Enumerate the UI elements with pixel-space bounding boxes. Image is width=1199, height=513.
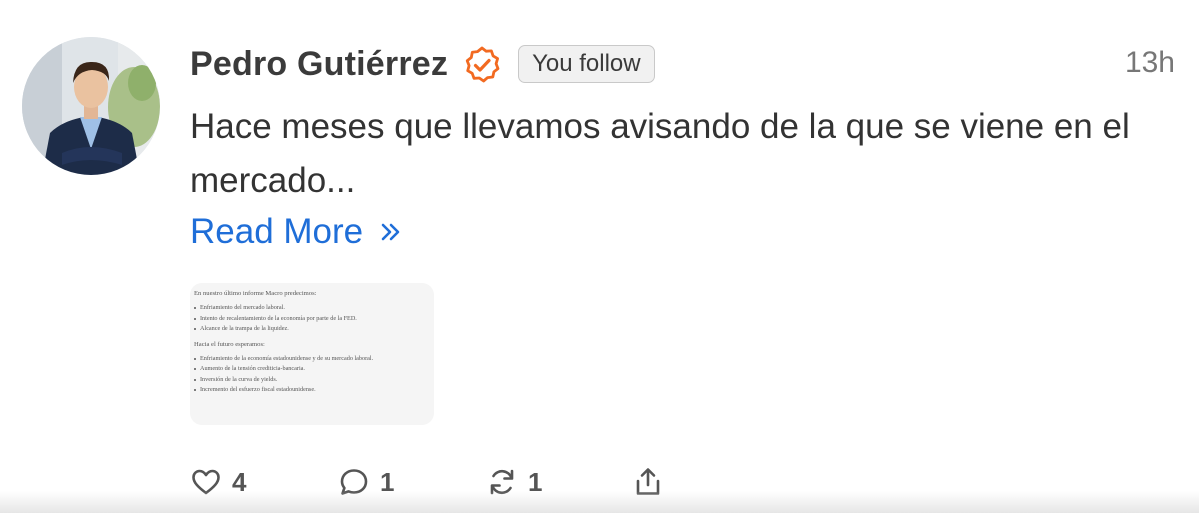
author-name[interactable]: Pedro Gutiérrez xyxy=(190,45,448,84)
read-more-label: Read More xyxy=(190,212,364,251)
attachment-bullet: Inversión de la curva de yields. xyxy=(194,375,428,386)
attachment-bullet: Aumento de la tensión crediticia-bancari… xyxy=(194,364,428,375)
post-header: Pedro Gutiérrez You follow xyxy=(190,38,655,90)
post-timestamp: 13h xyxy=(1124,46,1175,79)
post-card: Pedro Gutiérrez You follow 13h Hace mese… xyxy=(0,0,1199,513)
double-chevron-right-icon xyxy=(381,223,400,241)
attachment-bullet: Incremento del esfuerzo fiscal estadouni… xyxy=(194,385,428,396)
attachment-bullet: Enfriamiento de la economía estadouniden… xyxy=(194,354,428,365)
attachment-intro: En nuestro último informe Macro predecim… xyxy=(194,290,317,297)
attachment-image[interactable]: En nuestro último informe Macro predecim… xyxy=(190,283,434,425)
attachment-bullet: Enfriamiento del mercado laboral. xyxy=(194,303,428,314)
post-text: Hace meses que llevamos avisando de la q… xyxy=(190,107,1130,200)
verified-check-icon xyxy=(465,46,500,83)
follow-status-badge[interactable]: You follow xyxy=(518,45,655,83)
bottom-divider xyxy=(0,491,1199,513)
read-more-link[interactable]: Read More xyxy=(190,208,403,256)
author-avatar[interactable] xyxy=(22,37,160,175)
attachment-heading: Hacia el futuro esperamos: xyxy=(194,340,265,348)
attachment-bullet: Intento de recalentamiento de la economí… xyxy=(194,314,428,325)
attachment-bullet: Alcance de la trampa de la liquidez. xyxy=(194,324,428,335)
